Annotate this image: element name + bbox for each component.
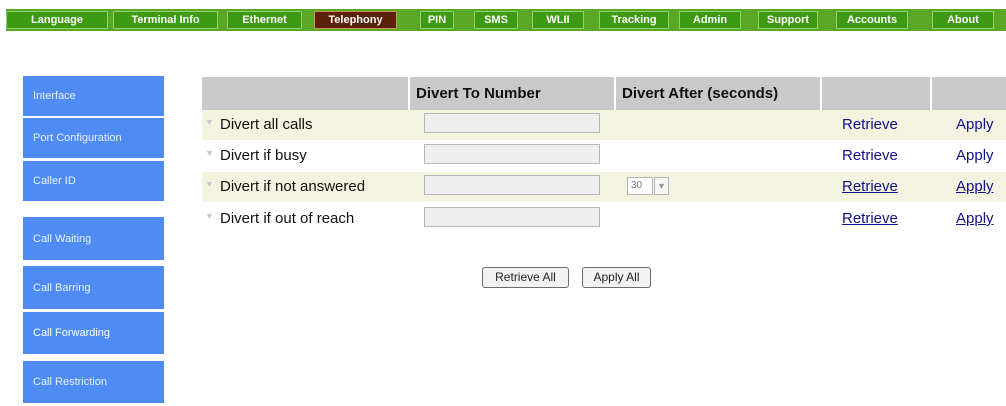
header-cell [822,77,932,110]
sidebar-item-call-restriction[interactable]: Call Restriction [23,361,164,403]
table-row: ▼ Divert all calls Retrieve Apply [202,110,1006,140]
tab-accounts[interactable]: Accounts [836,11,908,29]
divert-number-input[interactable] [424,113,600,133]
tab-telephony[interactable]: Telephony [314,11,397,29]
top-nav: Language Terminal Info Ethernet Telephon… [6,9,1006,31]
sidebar-item-label: Call Forwarding [33,327,111,339]
select-value: 30 [627,177,653,195]
sidebar-item-label: Port Configuration [33,132,122,144]
apply-link[interactable]: Apply [956,210,994,227]
table-row: ▼ Divert if out of reach Retrieve Apply [202,204,1006,234]
tab-admin[interactable]: Admin [679,11,741,29]
collapse-arrow-icon: ▼ [205,148,214,158]
retrieve-link[interactable]: Retrieve [842,210,898,227]
tab-wifi[interactable]: WLII [532,11,584,29]
tab-support[interactable]: Support [758,11,818,29]
sidebar-item-interface[interactable]: Interface [23,76,164,116]
divert-number-input[interactable] [424,144,600,164]
sidebar-item-port-configuration[interactable]: Port Configuration [23,118,164,158]
row-label: Divert if not answered [220,178,366,195]
tab-about[interactable]: About [932,11,994,29]
tab-terminal-info[interactable]: Terminal Info [113,11,218,29]
header-divert-to-number: Divert To Number [410,77,616,110]
sidebar-item-label: Call Barring [33,281,91,294]
apply-all-button[interactable]: Apply All [582,267,651,288]
tab-sms[interactable]: SMS [474,11,518,29]
sidebar-item-call-waiting[interactable]: Call Waiting [23,217,164,260]
sidebar-item-label: Interface [33,90,76,102]
apply-link[interactable]: Apply [956,178,994,195]
table-header: Divert To Number Divert After (seconds) [202,77,1006,110]
apply-link[interactable]: Apply [956,147,994,164]
divert-after-select[interactable]: 30 ▼ [627,177,669,195]
retrieve-link[interactable]: Retrieve [842,147,898,164]
row-label: Divert if busy [220,147,307,164]
sidebar-item-caller-id[interactable]: Caller ID [23,161,164,201]
retrieve-link[interactable]: Retrieve [842,116,898,133]
apply-link[interactable]: Apply [956,116,994,133]
header-divert-after: Divert After (seconds) [616,77,822,110]
table-row: ▼ Divert if not answered 30 ▼ Retrieve A… [202,172,1006,202]
table-row: ▼ Divert if busy Retrieve Apply [202,141,1006,171]
sidebar-item-call-barring[interactable]: Call Barring [23,266,164,309]
row-label: Divert all calls [220,116,313,133]
divert-number-input[interactable] [424,207,600,227]
sidebar-item-call-forwarding[interactable]: Call Forwarding [23,312,164,354]
sidebar-item-label: Caller ID [33,175,76,187]
tab-ethernet[interactable]: Ethernet [227,11,302,29]
tab-language[interactable]: Language [6,11,108,29]
collapse-arrow-icon: ▼ [205,179,214,189]
retrieve-all-button[interactable]: Retrieve All [482,267,569,288]
sidebar-item-label: Call Restriction [33,376,107,388]
chevron-down-icon[interactable]: ▼ [654,177,669,195]
header-cell [932,77,1006,110]
sidebar-item-label: Call Waiting [33,232,92,245]
collapse-arrow-icon: ▼ [205,117,214,127]
collapse-arrow-icon: ▼ [205,211,214,221]
header-cell [202,77,410,110]
row-label: Divert if out of reach [220,210,355,227]
retrieve-link[interactable]: Retrieve [842,178,898,195]
tab-tracking[interactable]: Tracking [599,11,669,29]
tab-pin[interactable]: PIN [420,11,454,29]
divert-number-input[interactable] [424,175,600,195]
